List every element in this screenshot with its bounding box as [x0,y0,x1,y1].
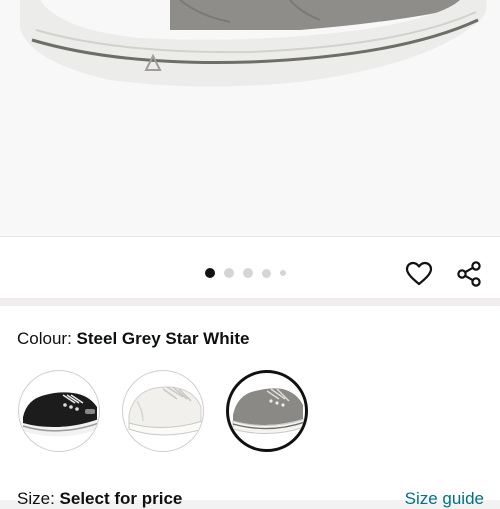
carousel-dot[interactable] [224,268,234,278]
size-guide-link[interactable]: Size guide [405,489,484,509]
share-button[interactable] [453,258,485,290]
carousel-dot[interactable] [280,270,286,276]
size-selection-label: Size: Select for price [17,489,182,509]
wishlist-button[interactable] [403,258,435,290]
black-shoe-thumbnail [22,392,99,437]
colour-value: Steel Grey Star White [76,329,250,348]
shoe-image [20,0,487,87]
carousel-dot[interactable] [205,268,215,278]
colour-swatch-black[interactable] [18,370,100,452]
size-value[interactable]: Select for price [60,489,183,508]
colour-swatch-steel-grey[interactable] [226,370,308,452]
share-icon [457,261,481,287]
colour-label: Colour: [17,329,72,348]
white-shoe-thumbnail [128,386,203,436]
carousel-dots[interactable] [205,267,295,279]
product-image[interactable] [0,0,500,236]
carousel-dot[interactable] [243,268,253,278]
heart-icon [405,261,433,286]
grey-shoe-thumbnail [232,388,305,435]
colour-selection-label: Colour: Steel Grey Star White [17,329,249,349]
section-divider [0,298,500,306]
size-label: Size: [17,489,55,508]
colour-swatch-white[interactable] [122,370,204,452]
carousel-dot[interactable] [262,268,271,278]
